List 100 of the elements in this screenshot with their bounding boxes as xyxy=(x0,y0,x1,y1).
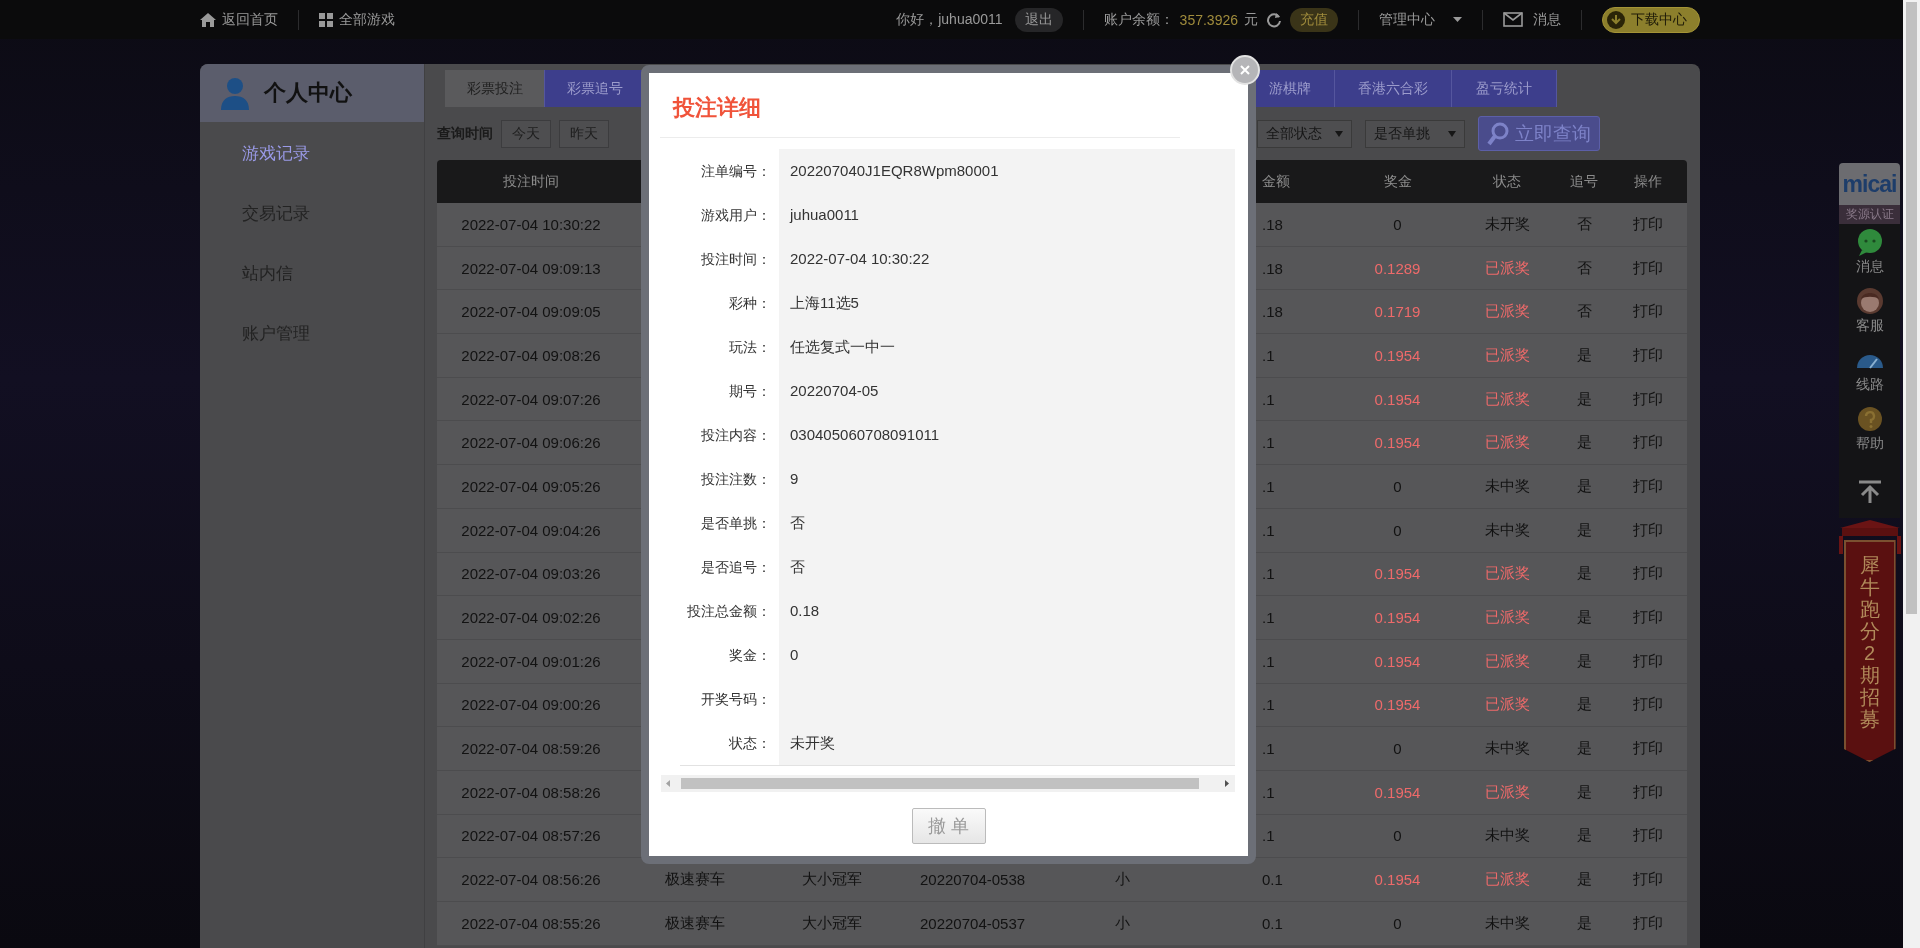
prize-cell: 0.1954 xyxy=(1374,652,1421,670)
print-link[interactable]: 打印 xyxy=(1633,433,1663,453)
home-link[interactable]: 返回首页 xyxy=(200,10,278,29)
column-header: 追号 xyxy=(1570,172,1598,191)
amount-cell: .1 xyxy=(1262,565,1275,583)
chase-cell: 否 xyxy=(1576,302,1592,322)
close-button[interactable] xyxy=(1230,55,1260,85)
print-link[interactable]: 打印 xyxy=(1633,389,1663,409)
certification-label: 奖源认证 xyxy=(1839,205,1900,224)
float-toolbar-item[interactable]: 帮助 xyxy=(1855,405,1884,464)
sidebar-item[interactable]: 游戏记录 xyxy=(200,124,424,184)
prize-cell: 0 xyxy=(1393,477,1402,495)
time-cell: 2022-07-04 09:06:26 xyxy=(461,434,601,452)
field-value: 030405060708091011 xyxy=(790,426,940,443)
print-link[interactable]: 打印 xyxy=(1633,476,1663,496)
status-cell: 已派奖 xyxy=(1484,302,1530,322)
status-cell: 未中奖 xyxy=(1484,913,1530,933)
field-value: 9 xyxy=(790,470,799,487)
tab[interactable]: 盈亏统计 xyxy=(1452,70,1557,107)
time-cell: 2022-07-04 09:04:26 xyxy=(461,521,601,539)
prize-cell: 0.1954 xyxy=(1374,390,1421,408)
time-cell: 2022-07-04 09:07:26 xyxy=(461,390,601,408)
service-icon xyxy=(1855,287,1884,315)
chase-cell: 是 xyxy=(1576,739,1592,759)
print-link[interactable]: 打印 xyxy=(1633,258,1663,278)
messages-link[interactable]: 消息 xyxy=(1503,10,1561,29)
recharge-button[interactable]: 充值 xyxy=(1290,7,1338,32)
lottery-cell: 极速赛车 xyxy=(665,870,725,890)
prize-cell: 0.1954 xyxy=(1374,696,1421,714)
caret-icon xyxy=(1453,17,1462,22)
balance-label: 账户余额： xyxy=(1103,10,1174,29)
tab[interactable]: 香港六合彩 xyxy=(1335,70,1452,107)
query-button[interactable]: 立即查询 xyxy=(1478,116,1600,151)
print-link[interactable]: 打印 xyxy=(1633,695,1663,715)
prize-cell: 0 xyxy=(1393,740,1402,758)
status-cell: 已派奖 xyxy=(1484,433,1530,453)
field-value: 0.18 xyxy=(790,602,820,619)
help-icon xyxy=(1855,405,1884,433)
column-header: 投注时间 xyxy=(503,172,559,191)
back-to-top-icon[interactable] xyxy=(1856,480,1883,504)
all-games-link[interactable]: 全部游戏 xyxy=(319,10,395,29)
grid-icon xyxy=(319,12,333,27)
bet-content-cell: 小 xyxy=(1115,870,1130,890)
print-link[interactable]: 打印 xyxy=(1633,214,1663,234)
status-cell: 已派奖 xyxy=(1484,870,1530,890)
print-link[interactable]: 打印 xyxy=(1633,913,1663,933)
greeting-text: 你好，juhua0011 xyxy=(896,10,1003,29)
float-toolbar-item[interactable]: 消息 xyxy=(1855,228,1884,287)
balance-amount: 357.3926 xyxy=(1179,11,1238,28)
page-scrollbar[interactable] xyxy=(1903,0,1920,948)
field-label: 玩法： xyxy=(728,338,772,357)
field-label: 彩种： xyxy=(728,294,772,313)
print-link[interactable]: 打印 xyxy=(1633,608,1663,628)
print-link[interactable]: 打印 xyxy=(1633,870,1663,890)
time-cell: 2022-07-04 09:00:26 xyxy=(461,696,601,714)
print-link[interactable]: 打印 xyxy=(1633,345,1663,365)
chase-cell: 是 xyxy=(1576,870,1592,890)
caret-icon xyxy=(1448,130,1456,137)
time-cell: 2022-07-04 09:08:26 xyxy=(461,346,601,364)
print-link[interactable]: 打印 xyxy=(1633,302,1663,322)
recruitment-banner[interactable]: 犀牛跑分2期招募 xyxy=(1843,540,1896,762)
tab[interactable]: 彩票投注 xyxy=(445,70,545,107)
prize-cell: 0.1954 xyxy=(1374,565,1421,583)
amount-cell: .1 xyxy=(1262,740,1275,758)
sidebar-title: 个人中心 xyxy=(264,79,352,107)
field-value: 任选复式一中一 xyxy=(790,338,895,355)
print-link[interactable]: 打印 xyxy=(1633,826,1663,846)
prize-cell: 0 xyxy=(1393,215,1402,233)
float-toolbar-item[interactable]: 客服 xyxy=(1855,287,1884,346)
amount-cell: .1 xyxy=(1262,521,1275,539)
horizontal-scrollbar[interactable] xyxy=(661,775,1235,792)
status-cell: 已派奖 xyxy=(1484,651,1530,671)
print-link[interactable]: 打印 xyxy=(1633,564,1663,584)
print-link[interactable]: 打印 xyxy=(1633,739,1663,759)
amount-cell: .18 xyxy=(1262,303,1283,321)
home-icon xyxy=(200,12,216,27)
close-icon xyxy=(1240,65,1250,75)
logout-button[interactable]: 退出 xyxy=(1014,7,1063,32)
download-button[interactable]: 下载中心 xyxy=(1602,6,1700,33)
print-link[interactable]: 打印 xyxy=(1633,651,1663,671)
field-label: 游戏用户： xyxy=(700,206,772,225)
play-type-cell: 大小冠军 xyxy=(802,870,862,890)
chase-cell: 是 xyxy=(1576,782,1592,802)
logo-badge[interactable]: micai xyxy=(1839,163,1900,205)
refresh-icon[interactable] xyxy=(1266,11,1282,28)
prize-cell: 0.1954 xyxy=(1374,609,1421,627)
field-label: 状态： xyxy=(728,734,772,753)
cancel-bet-button[interactable]: 撤单 xyxy=(911,808,986,844)
manage-menu[interactable]: 管理中心 xyxy=(1379,10,1462,29)
status-cell: 已派奖 xyxy=(1484,258,1530,278)
amount-cell: 0.1 xyxy=(1262,871,1283,889)
mail-icon xyxy=(1503,12,1523,27)
print-link[interactable]: 打印 xyxy=(1633,520,1663,540)
print-link[interactable]: 打印 xyxy=(1633,782,1663,802)
float-toolbar-item[interactable]: 线路 xyxy=(1855,346,1884,405)
search-icon xyxy=(1487,121,1509,146)
field-value: 未开奖 xyxy=(790,734,835,751)
field-label: 注单编号： xyxy=(700,162,772,181)
issue-cell: 20220704-0538 xyxy=(920,871,1026,889)
chase-cell: 是 xyxy=(1576,389,1592,409)
